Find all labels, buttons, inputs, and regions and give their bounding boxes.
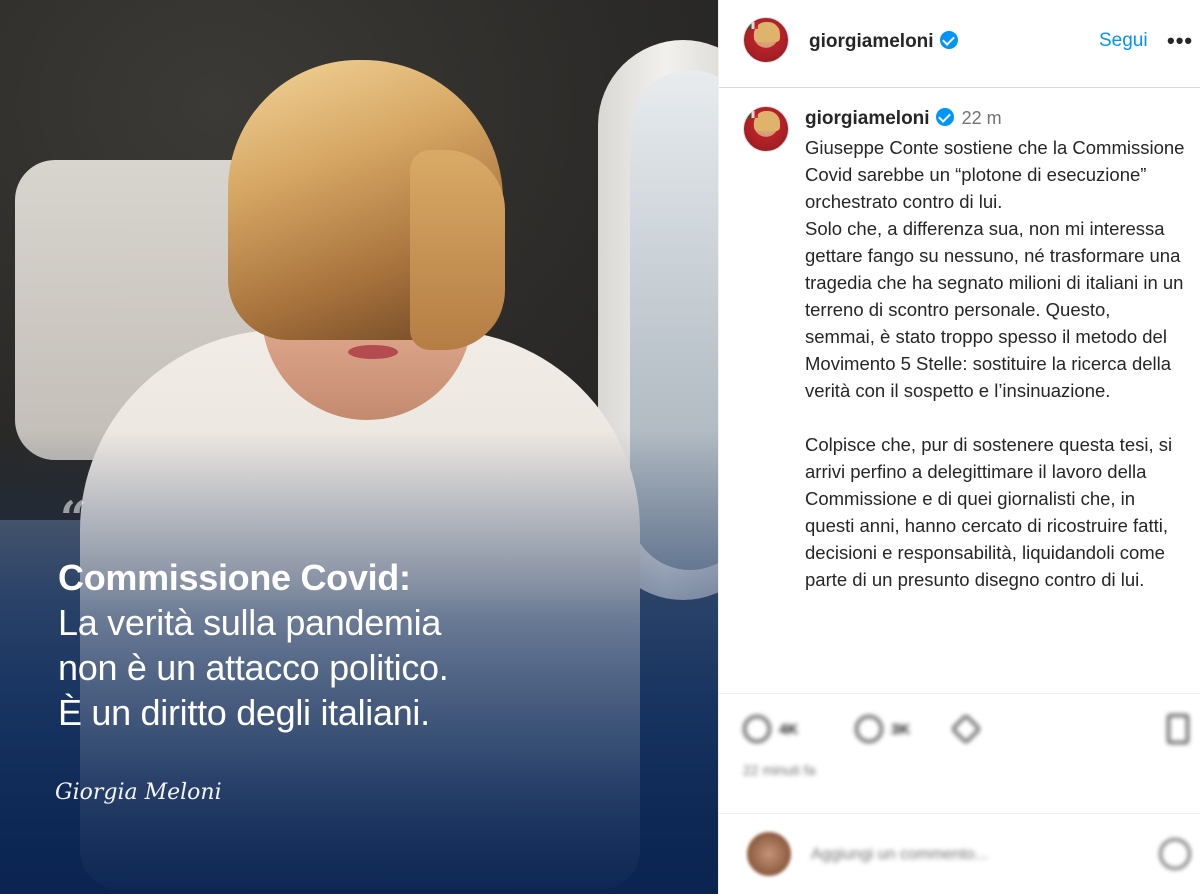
quote-mark-icon: “ xyxy=(60,491,87,545)
comment-icon xyxy=(855,715,883,743)
current-user-avatar xyxy=(747,832,791,876)
action-bar: 4K 3K 22 minuti fa xyxy=(719,693,1200,813)
like-button[interactable]: 4K xyxy=(743,714,798,744)
post-header: giorgiameloni Segui ••• xyxy=(719,0,1200,88)
save-button[interactable] xyxy=(1167,714,1189,744)
headline-line: Commissione Covid: xyxy=(58,557,411,598)
avatar[interactable] xyxy=(743,17,789,63)
comment-count: 3K xyxy=(891,720,911,738)
post-time: 22 m xyxy=(961,108,1002,128)
follow-button[interactable]: Segui xyxy=(1099,30,1148,52)
comment-input[interactable] xyxy=(811,842,1111,868)
heart-icon xyxy=(743,715,771,743)
post-headline: Commissione Covid: La verità sulla pande… xyxy=(58,555,658,735)
comment-button[interactable]: 3K xyxy=(855,714,910,744)
emoji-icon[interactable] xyxy=(1159,838,1191,870)
caption-section: giorgiameloni 22 m Giuseppe Conte sostien… xyxy=(719,88,1200,693)
header-username[interactable]: giorgiameloni xyxy=(809,31,958,53)
like-count: 4K xyxy=(779,720,799,738)
share-button[interactable] xyxy=(950,713,982,745)
lips xyxy=(348,345,398,359)
caption-username[interactable]: giorgiameloni xyxy=(805,108,930,129)
caption-header: giorgiameloni 22 m xyxy=(805,108,1002,130)
username-text[interactable]: giorgiameloni xyxy=(809,31,934,52)
caption-fade xyxy=(719,673,1200,693)
signature-logo: Giorgia Meloni xyxy=(55,780,222,805)
send-icon xyxy=(950,713,982,745)
bookmark-icon xyxy=(1167,714,1189,744)
caption-text: Giuseppe Conte sostiene che la Commissio… xyxy=(805,137,1185,590)
hair-side xyxy=(410,150,505,350)
verified-badge-icon xyxy=(935,108,954,126)
more-options-icon[interactable]: ••• xyxy=(1167,28,1193,54)
headline-line: non è un attacco politico. xyxy=(58,647,449,688)
post-image[interactable]: “ Commissione Covid: La verità sulla pan… xyxy=(0,0,718,894)
caption-avatar[interactable] xyxy=(743,106,789,152)
comment-bar xyxy=(719,813,1200,894)
headline-line: È un diritto degli italiani. xyxy=(58,692,430,733)
post-date: 22 minuti fa xyxy=(743,762,816,778)
verified-badge-icon xyxy=(939,31,958,49)
headline-line: La verità sulla pandemia xyxy=(58,602,442,643)
post-side-panel: giorgiameloni Segui ••• giorgiameloni 22 … xyxy=(718,0,1200,894)
